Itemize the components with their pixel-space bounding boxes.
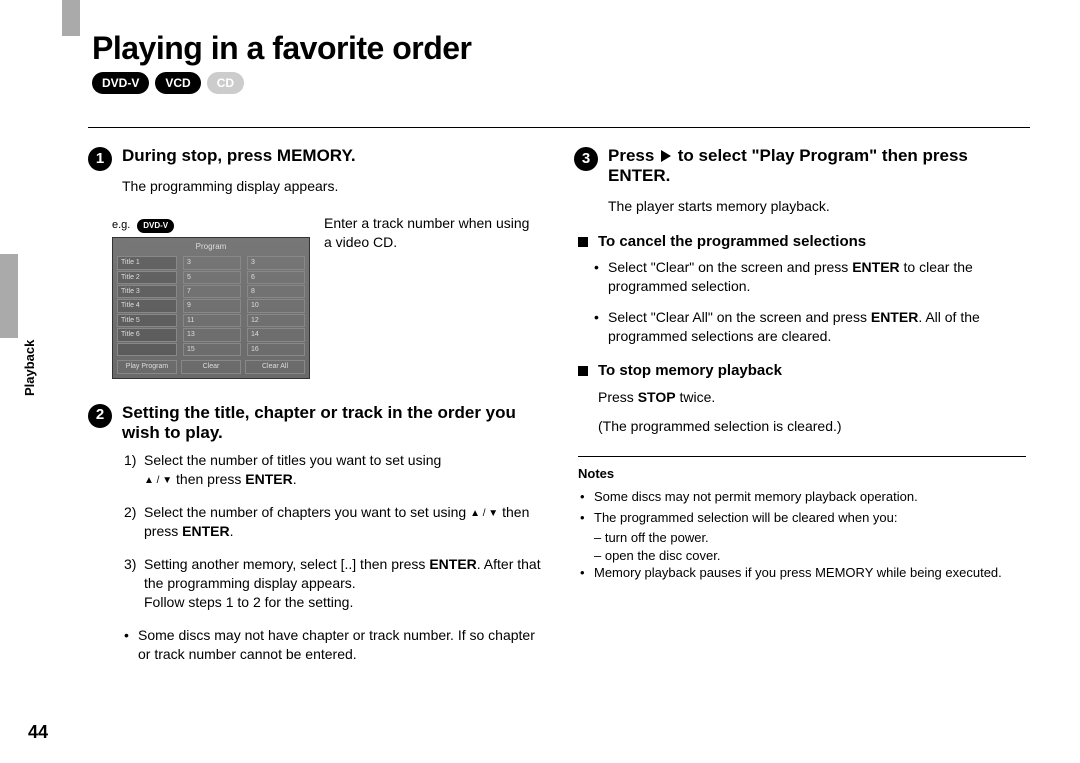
cancel-heading-row: To cancel the programmed selections [578,232,1030,252]
step-2-substeps: Select the number of titles you want to … [124,451,544,611]
side-section-label: Playback [22,340,37,396]
step-number-2: 2 [88,404,112,428]
cancel-bullet-2: • Select "Clear All" on the screen and p… [594,308,1030,346]
page-title: Playing in a favorite order [92,30,472,67]
cancel-bullet-1: • Select "Clear" on the screen and press… [594,258,1030,296]
right-column: 3 Press to select "Play Program" then pr… [574,146,1030,663]
step-1-body: The programming display appears. [122,177,544,196]
notes-heading: Notes [578,465,1030,483]
top-thumb-tab [62,0,80,36]
step-2-note: • Some discs may not have chapter or tra… [124,626,544,664]
example-row: e.g. DVD-V Program Title 133 Title 256 T… [112,214,544,379]
page-number: 44 [28,722,48,743]
osd-btn-clear: Clear [181,360,241,373]
media-badges: DVD-V VCD CD [92,72,244,94]
osd-btn-clearall: Clear All [245,360,305,373]
stop-heading: To stop memory playback [598,361,782,381]
substep-3: Setting another memory, select [..] then… [124,555,544,612]
osd-grid: Title 133 Title 256 Title 378 Title 4910… [117,256,305,356]
substep-2: Select the number of chapters you want t… [124,503,544,541]
stop-heading-row: To stop memory playback [578,361,1030,381]
eg-label: e.g. [112,217,130,231]
badge-cd: CD [207,72,244,94]
step-number-1: 1 [88,147,112,171]
square-bullet-icon [578,237,588,247]
osd-screenshot: Program Title 133 Title 256 Title 378 Ti… [112,237,310,378]
step-3: 3 Press to select "Play Program" then pr… [574,146,1030,187]
eg-badge: DVD-V [137,219,174,233]
substep-1: Select the number of titles you want to … [124,451,544,489]
notes-divider [578,456,1026,457]
osd-caption: Enter a track number when using a video … [324,214,534,252]
step-3-body: The player starts memory playback. [608,197,1030,216]
step-2: 2 Setting the title, chapter or track in… [88,403,544,444]
note-1: •Some discs may not permit memory playba… [580,488,1030,506]
step-2-heading: Setting the title, chapter or track in t… [122,403,544,444]
play-icon [661,150,671,162]
note-2: •The programmed selection will be cleare… [580,509,1030,527]
osd-buttons: Play Program Clear Clear All [117,360,305,373]
left-column: 1 During stop, press MEMORY. The program… [88,146,544,663]
osd-btn-play: Play Program [117,360,177,373]
square-bullet-icon [578,366,588,376]
badge-dvdv: DVD-V [92,72,149,94]
step-1-heading: During stop, press MEMORY. [122,146,356,166]
stop-line-2: (The programmed selection is cleared.) [598,417,1030,436]
up-down-icon: ▲ / ▼ [470,507,498,521]
note-3: •Memory playback pauses if you press MEM… [580,564,1030,582]
note-2a: – turn off the power. [594,529,1030,547]
cancel-heading: To cancel the programmed selections [598,232,866,252]
stop-line-1: Press STOP twice. [598,388,1030,407]
step-3-heading: Press to select "Play Program" then pres… [608,146,1030,187]
side-thumb-tab [0,254,18,338]
note-2b: – open the disc cover. [594,547,1030,565]
up-down-icon: ▲ / ▼ [144,474,172,488]
divider-top [88,127,1030,128]
osd-title: Program [117,242,305,253]
step-number-3: 3 [574,147,598,171]
step-1: 1 During stop, press MEMORY. [88,146,544,171]
badge-vcd: VCD [155,72,200,94]
